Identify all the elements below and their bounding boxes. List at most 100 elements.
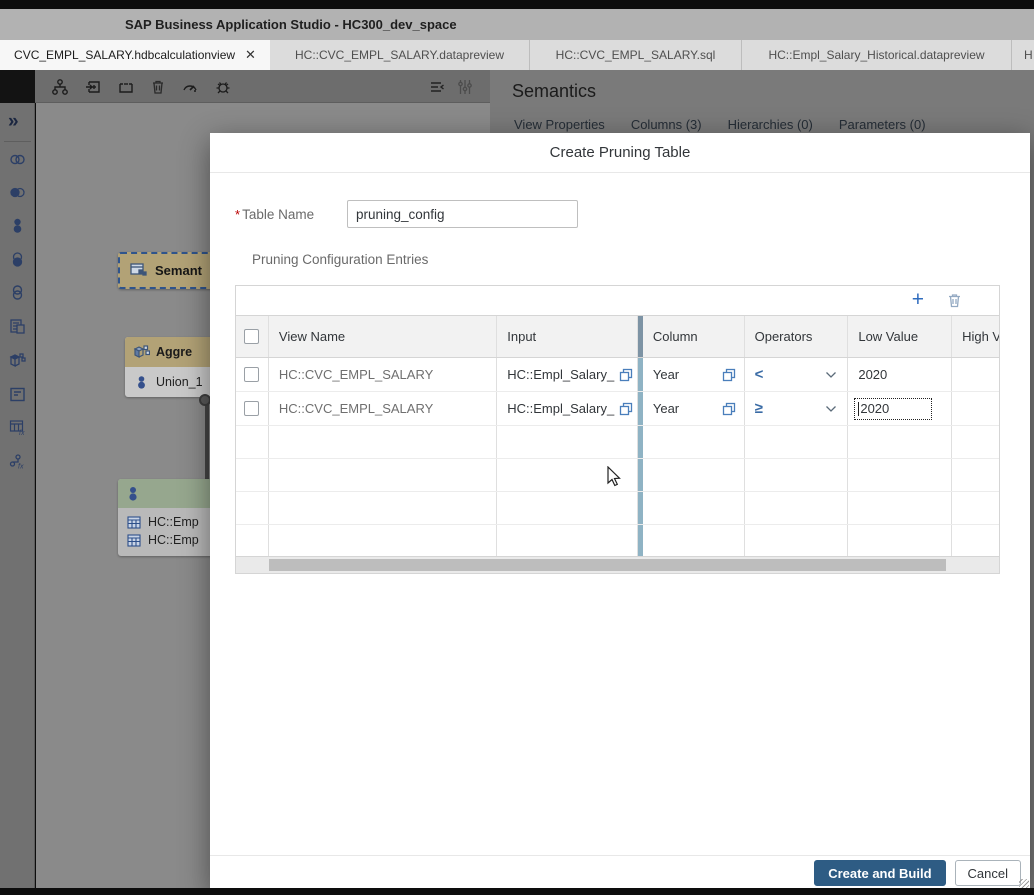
- union-icon[interactable]: [8, 216, 27, 235]
- node-palette: » fx fx: [0, 103, 35, 895]
- table-grid-icon: [127, 515, 141, 529]
- semantics-node-icon: [130, 263, 147, 278]
- chevron-down-icon: [825, 371, 837, 379]
- union-icon: [134, 374, 149, 390]
- add-node-icon[interactable]: [84, 78, 102, 96]
- cell-column[interactable]: Year: [643, 392, 745, 425]
- svg-text:fx: fx: [18, 464, 24, 471]
- outline-collapse-icon[interactable]: [428, 78, 446, 96]
- cell-input[interactable]: HC::Empl_Salary_: [497, 358, 638, 391]
- col-header-low-value[interactable]: Low Value: [848, 316, 953, 357]
- table-function-icon[interactable]: fx: [8, 418, 27, 437]
- tab-sql[interactable]: HC::CVC_EMPL_SALARY.sql: [530, 40, 742, 70]
- grid-toolbar: +: [236, 286, 999, 316]
- cell-column[interactable]: Year: [643, 358, 745, 391]
- semantics-node-label: Semant: [155, 263, 202, 278]
- dialog-footer: Create and Build Cancel: [210, 855, 1030, 890]
- cell-input-text: HC::Empl_Salary_: [507, 401, 615, 416]
- semantics-panel-title: Semantics: [512, 81, 597, 101]
- value-help-icon[interactable]: [722, 368, 736, 382]
- union-icon: [126, 485, 141, 502]
- table-name-input[interactable]: [347, 200, 578, 228]
- aggregation-child-label: Union_1: [156, 375, 203, 389]
- hierarchy-function-icon[interactable]: fx: [8, 452, 27, 471]
- cell-high-value[interactable]: [952, 392, 999, 425]
- aggregation-icon[interactable]: [8, 351, 27, 370]
- create-and-build-button[interactable]: Create and Build: [814, 860, 946, 886]
- col-header-view-name[interactable]: View Name: [269, 316, 498, 357]
- aggregation-node-icon: [133, 344, 150, 360]
- grid-empty-row[interactable]: [236, 459, 999, 492]
- cell-operator-dropdown[interactable]: <: [745, 358, 849, 391]
- col-header-high-value[interactable]: High V: [952, 316, 999, 357]
- add-row-button[interactable]: +: [912, 288, 924, 312]
- cell-input[interactable]: HC::Empl_Salary_: [497, 392, 638, 425]
- tab-historical-datapreview[interactable]: HC::Empl_Salary_Historical.datapreview: [742, 40, 1012, 70]
- auto-layout-icon[interactable]: [51, 78, 69, 96]
- grid-header-row: View Name Input Column Operators Low Val…: [236, 316, 999, 358]
- cancel-button[interactable]: Cancel: [954, 860, 1021, 886]
- create-pruning-table-dialog: Create Pruning Table * Table Name Prunin…: [210, 133, 1030, 890]
- cell-view-name[interactable]: HC::CVC_EMPL_SALARY: [269, 358, 498, 391]
- cell-input-text: HC::Empl_Salary_: [507, 367, 615, 382]
- performance-analysis-icon[interactable]: [181, 78, 199, 96]
- tab-columns[interactable]: Columns (3): [631, 117, 702, 132]
- value-help-icon[interactable]: [619, 402, 633, 416]
- tab-datapreview[interactable]: HC::CVC_EMPL_SALARY.datapreview: [270, 40, 530, 70]
- value-help-icon[interactable]: [619, 368, 633, 382]
- cell-low-value[interactable]: 2020: [848, 358, 953, 391]
- left-outer-join-icon[interactable]: [8, 183, 27, 202]
- grid-empty-row[interactable]: [236, 492, 999, 525]
- cell-low-value-editing[interactable]: 2020: [848, 392, 953, 425]
- projection-icon[interactable]: [8, 317, 27, 336]
- row-checkbox[interactable]: [244, 401, 260, 416]
- tab-view-properties[interactable]: View Properties: [514, 117, 605, 132]
- grid-row[interactable]: HC::CVC_EMPL_SALARY HC::Empl_Salary_ Yea…: [236, 358, 999, 392]
- grid-empty-row[interactable]: [236, 525, 999, 558]
- tab-label: HC::Empl_Salary_Historical.datapreview: [768, 48, 985, 62]
- grid-empty-row[interactable]: [236, 426, 999, 459]
- cell-high-value[interactable]: [952, 358, 999, 391]
- close-icon[interactable]: ✕: [245, 47, 256, 63]
- tab-label: CVC_EMPL_SALARY.hdbcalculationview: [14, 48, 236, 62]
- tab-hierarchies[interactable]: Hierarchies (0): [728, 117, 813, 132]
- debug-icon[interactable]: [214, 78, 232, 96]
- dialog-title: Create Pruning Table: [549, 144, 691, 161]
- delete-icon[interactable]: [149, 78, 167, 96]
- grid-row[interactable]: HC::CVC_EMPL_SALARY HC::Empl_Salary_ Yea…: [236, 392, 999, 426]
- select-all-checkbox[interactable]: [244, 329, 260, 344]
- intersect-icon[interactable]: [8, 250, 27, 269]
- window-title: SAP Business Application Studio - HC300_…: [125, 17, 457, 32]
- value-help-icon[interactable]: [722, 402, 736, 416]
- delete-row-button[interactable]: [946, 292, 963, 309]
- expand-palette-icon[interactable]: »: [8, 112, 27, 131]
- col-header-operators[interactable]: Operators: [745, 316, 849, 357]
- filter-sliders-icon[interactable]: [456, 78, 474, 96]
- cell-view-name[interactable]: HC::CVC_EMPL_SALARY: [269, 392, 498, 425]
- horizontal-scrollbar[interactable]: [236, 556, 999, 573]
- dialog-header: Create Pruning Table: [210, 133, 1030, 173]
- cell-column-text: Year: [652, 367, 680, 382]
- rank-icon[interactable]: [8, 385, 27, 404]
- union-source-label: HC::Emp: [148, 533, 199, 547]
- tab-parameters[interactable]: Parameters (0): [839, 117, 926, 132]
- table-name-row: * Table Name: [235, 200, 578, 228]
- join-icon[interactable]: [8, 150, 27, 169]
- minus-icon[interactable]: [8, 283, 27, 302]
- operator-symbol: <: [754, 366, 764, 383]
- remove-node-icon[interactable]: [117, 78, 135, 96]
- low-value-edit-field[interactable]: 2020: [854, 397, 933, 420]
- scrollbar-thumb[interactable]: [269, 559, 946, 571]
- tab-hdbcalculationview[interactable]: CVC_EMPL_SALARY.hdbcalculationview ✕: [0, 40, 270, 70]
- col-header-column[interactable]: Column: [643, 316, 745, 357]
- editor-toolbar: [35, 70, 490, 103]
- toolbar-corner-block: [0, 70, 35, 103]
- window-titlebar: SAP Business Application Studio - HC300_…: [0, 9, 1034, 40]
- row-checkbox[interactable]: [244, 367, 260, 382]
- tab-cut-off[interactable]: H: [1012, 40, 1034, 70]
- cell-operator-dropdown[interactable]: ≥: [745, 392, 849, 425]
- tab-label: HC::CVC_EMPL_SALARY.sql: [555, 48, 716, 62]
- editor-tabbar: CVC_EMPL_SALARY.hdbcalculationview ✕ HC:…: [0, 40, 1034, 70]
- chevron-down-icon: [825, 405, 837, 413]
- col-header-input[interactable]: Input: [497, 316, 638, 357]
